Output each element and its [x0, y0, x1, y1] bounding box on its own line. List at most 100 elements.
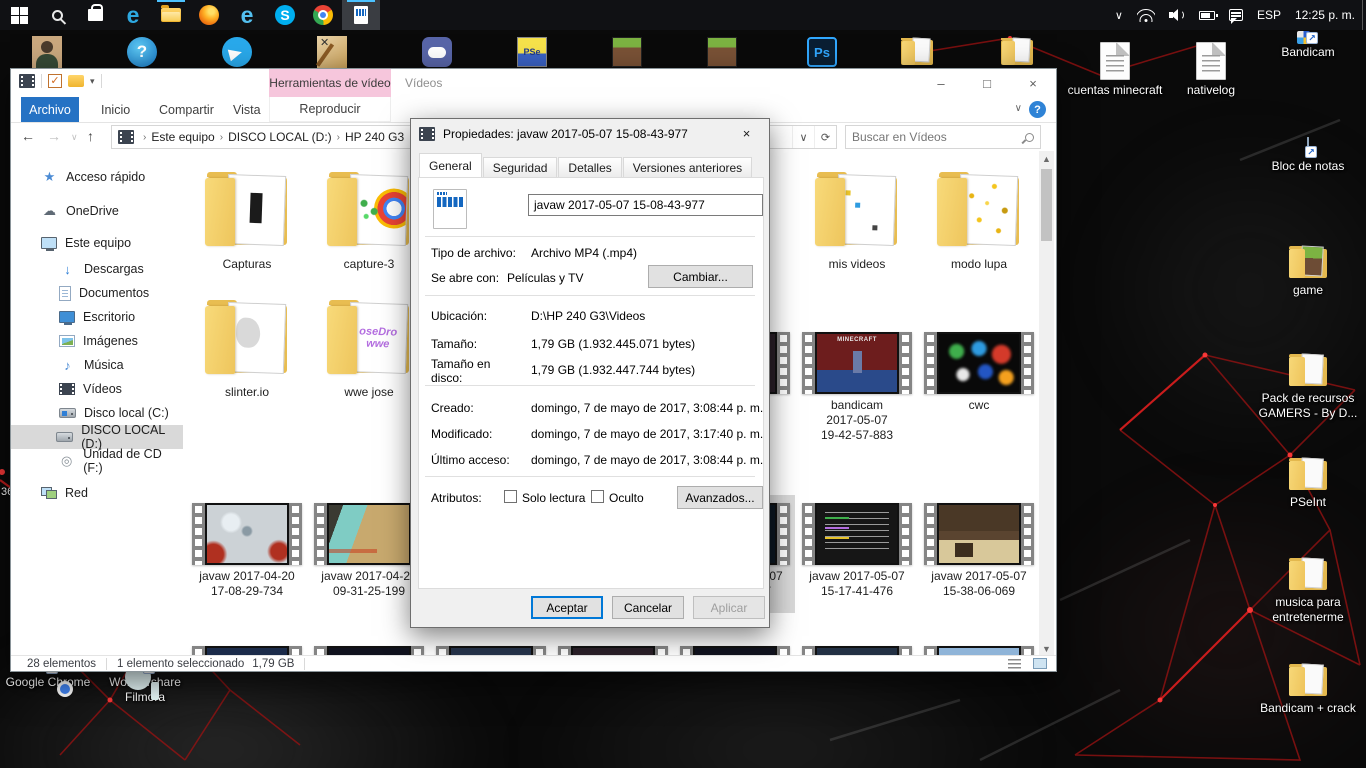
start-button[interactable]: [0, 0, 38, 30]
close-button[interactable]: ×: [1010, 69, 1056, 97]
folder-tile-capturas[interactable]: Capturas: [189, 171, 305, 272]
expand-ribbon-icon[interactable]: ∨: [1015, 103, 1022, 114]
sidebar-item-onedrive[interactable]: ☁OneDrive: [11, 199, 183, 223]
volume-icon[interactable]: [1162, 0, 1192, 30]
help-icon[interactable]: ?: [1029, 101, 1046, 118]
sidebar-item-escritorio[interactable]: Escritorio: [11, 305, 183, 329]
desktop-icon-telegram[interactable]: [220, 36, 254, 68]
tab-detalles[interactable]: Detalles: [558, 157, 621, 177]
tray-overflow-icon[interactable]: ∨: [1108, 0, 1130, 30]
folder-tile-slinter-io[interactable]: slinter.io: [189, 299, 305, 400]
dialog-close-icon[interactable]: ×: [724, 119, 769, 148]
tab-archivo[interactable]: Archivo: [21, 97, 79, 122]
show-desktop-button[interactable]: [1362, 0, 1366, 30]
cancel-button[interactable]: Cancelar: [612, 596, 684, 619]
taskbar-explorer-button[interactable]: [152, 0, 190, 30]
desktop-icon-google-chrome[interactable]: ↗ Google Chrome: [0, 672, 103, 690]
customize-qat-icon[interactable]: ▾: [90, 76, 95, 87]
desktop-icon-help[interactable]: ?: [125, 36, 159, 68]
apply-button[interactable]: Aplicar: [693, 596, 765, 619]
desktop-icon-paint[interactable]: [315, 36, 349, 68]
tab-general[interactable]: General: [419, 153, 482, 177]
sidebar-item-disco-local-d[interactable]: DISCO LOCAL (D:): [11, 425, 183, 449]
sidebar-item-musica[interactable]: ♪Música: [11, 353, 183, 377]
search-input[interactable]: Buscar en Vídeos: [845, 125, 1041, 149]
sidebar-item-videos[interactable]: Vídeos: [11, 377, 183, 401]
breadcrumb-disco-local-d[interactable]: DISCO LOCAL (D:): [228, 130, 332, 144]
video-tile-cwc[interactable]: cwc: [921, 332, 1037, 413]
desktop-icon-discord[interactable]: [420, 36, 454, 68]
sidebar-item-unidad-cd[interactable]: ◎Unidad de CD (F:): [11, 449, 183, 473]
tab-vista[interactable]: Vista: [221, 97, 273, 122]
desktop-icon-photoshop[interactable]: Ps: [805, 36, 839, 68]
tab-versiones-anteriores[interactable]: Versiones anteriores: [623, 157, 752, 177]
back-button[interactable]: ←: [21, 128, 35, 144]
desktop-icon-minecraft[interactable]: [610, 36, 644, 68]
sidebar-item-disco-local-c[interactable]: Disco local (C:): [11, 401, 183, 425]
desktop-icon-nativelog[interactable]: nativelog: [1156, 42, 1266, 98]
tab-inicio[interactable]: Inicio: [89, 97, 142, 122]
taskbar-skype-button[interactable]: S: [266, 0, 304, 30]
accept-button[interactable]: Aceptar: [531, 596, 603, 619]
up-button[interactable]: ↑: [87, 128, 94, 144]
video-tile-javaw-1517[interactable]: javaw 2017-05-07 15-17-41-476: [799, 503, 915, 599]
desktop-icon-pseint[interactable]: PSe: [515, 36, 549, 68]
taskbar-edge-button[interactable]: e: [114, 0, 152, 30]
window-titlebar[interactable]: ✓ ▾ Herramientas de vídeo Vídeos – □ ×: [11, 69, 1056, 97]
dialog-titlebar[interactable]: Propiedades: javaw 2017-05-07 15-08-43-9…: [411, 119, 769, 149]
filename-input[interactable]: javaw 2017-05-07 15-08-43-977: [528, 194, 763, 216]
battery-icon[interactable]: [1192, 0, 1222, 30]
sidebar-item-este-equipo[interactable]: Este equipo: [11, 231, 183, 255]
video-tile-javaw-0420[interactable]: javaw 2017-04-20 17-08-29-734: [189, 503, 305, 599]
desktop-icon-bloc-de-notas[interactable]: ↗ Bloc de notas: [1253, 138, 1363, 174]
sidebar-item-descargas[interactable]: ↓Descargas: [11, 257, 183, 281]
breadcrumb-este-equipo[interactable]: Este equipo: [151, 130, 214, 144]
hidden-checkbox[interactable]: [591, 490, 604, 503]
recent-locations-icon[interactable]: ∨: [71, 132, 78, 143]
desktop-icon-minecraft-2[interactable]: [705, 36, 739, 68]
desktop-icon-bandicam[interactable]: ↗ Bandicam: [1253, 42, 1363, 60]
desktop-icon-user-picture[interactable]: [30, 36, 64, 68]
video-tile-bandicam[interactable]: MINECRAFT bandicam 2017-05-07 19-42-57-8…: [799, 332, 915, 443]
action-center-icon[interactable]: [1222, 0, 1250, 30]
taskbar-chrome-button[interactable]: [304, 0, 342, 30]
large-icons-view-button[interactable]: [1030, 657, 1050, 671]
folder-tile-mis-videos[interactable]: mis videos: [799, 171, 915, 272]
folder-tile-modo-lupa[interactable]: modo lupa: [921, 171, 1037, 272]
desktop-icon-game[interactable]: game: [1253, 246, 1363, 298]
desktop-icon-wondershare-filmora[interactable]: ↗ Wondershare Filmora: [90, 672, 200, 705]
change-button[interactable]: Cambiar...: [648, 265, 753, 288]
search-icon[interactable]: [1025, 133, 1034, 142]
desktop-icon-pack-de-recursos[interactable]: Pack de recursos GAMERS - By D...: [1253, 354, 1363, 421]
desktop-icon-cuentas-minecraft[interactable]: cuentas minecraft: [1060, 42, 1170, 98]
taskbar-ie-button[interactable]: e: [228, 0, 266, 30]
tab-seguridad[interactable]: Seguridad: [483, 157, 558, 177]
breadcrumb-hp-240-g3[interactable]: HP 240 G3: [345, 130, 404, 144]
video-tile-javaw-1538[interactable]: javaw 2017-05-07 15-38-06-069: [921, 503, 1037, 599]
clock[interactable]: 12:25 p. m.: [1288, 0, 1362, 30]
tab-reproducir[interactable]: Reproducir: [269, 97, 391, 122]
taskbar-firefox-button[interactable]: [190, 0, 228, 30]
sidebar-item-red[interactable]: Red: [11, 481, 183, 505]
tab-compartir[interactable]: Compartir: [147, 97, 226, 122]
details-view-button[interactable]: [1004, 657, 1024, 671]
desktop-icon-folder[interactable]: [900, 36, 934, 68]
maximize-button[interactable]: □: [964, 69, 1010, 97]
wifi-icon[interactable]: [1130, 0, 1162, 30]
desktop-icon-pseint-folder[interactable]: PSeInt: [1253, 458, 1363, 510]
vertical-scrollbar[interactable]: ▲ ▼: [1039, 151, 1054, 657]
desktop-icon-bandicam-crack[interactable]: Bandicam + crack: [1253, 664, 1363, 716]
readonly-checkbox[interactable]: [504, 490, 517, 503]
scrollbar-thumb[interactable]: [1041, 169, 1052, 241]
refresh-icon[interactable]: ⟳: [814, 126, 836, 148]
sidebar-item-acceso-rapido[interactable]: ★Acceso rápido: [11, 165, 183, 189]
advanced-button[interactable]: Avanzados...: [677, 486, 763, 509]
scroll-up-icon[interactable]: ▲: [1039, 151, 1054, 167]
desktop-icon-musica[interactable]: musica para entretenerme: [1253, 558, 1363, 625]
taskbar-store-button[interactable]: [76, 0, 114, 30]
new-folder-quick-icon[interactable]: [68, 75, 84, 87]
desktop-icon-folder-2[interactable]: [1000, 36, 1034, 68]
address-dropdown-icon[interactable]: ∨: [792, 126, 814, 148]
language-indicator[interactable]: ESP: [1250, 0, 1288, 30]
sidebar-item-documentos[interactable]: Documentos: [11, 281, 183, 305]
